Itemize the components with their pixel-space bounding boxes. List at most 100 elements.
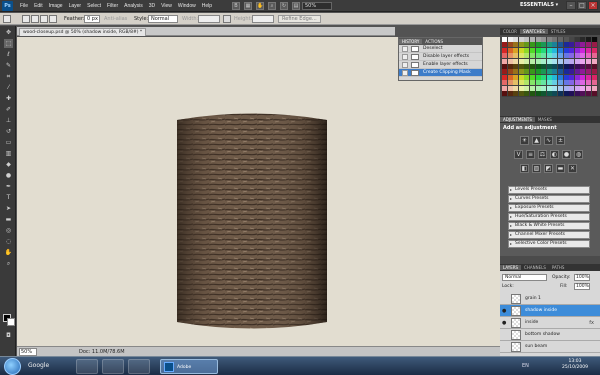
path-selection-icon[interactable]: ➤ (4, 204, 13, 213)
swatch-cell[interactable] (524, 53, 530, 59)
swatch-cell[interactable] (513, 47, 519, 53)
swatch-cell[interactable] (586, 69, 591, 75)
swatch-cell[interactable] (541, 64, 547, 69)
swatch-cell[interactable] (569, 80, 575, 86)
menu-help[interactable]: Help (202, 3, 212, 9)
tab-channels[interactable]: CHANNELS (521, 265, 549, 270)
swatch-cell[interactable] (558, 42, 563, 48)
zoom-tool-icon[interactable]: ⌕ (4, 259, 13, 268)
swatch-cell[interactable] (574, 85, 580, 91)
swatch-cell[interactable] (552, 85, 558, 91)
swatch-cell[interactable] (591, 37, 597, 42)
swatch-cell[interactable] (591, 69, 597, 75)
feather-input[interactable]: 0 px (84, 15, 100, 23)
swatch-cell[interactable] (591, 85, 597, 91)
swatch-cell[interactable] (518, 85, 524, 91)
swatch-cell[interactable] (586, 58, 591, 64)
swatch-cell[interactable] (546, 85, 552, 91)
swatch-cell[interactable] (569, 64, 575, 69)
eye-icon[interactable] (502, 332, 508, 338)
swatch-cell[interactable] (552, 64, 558, 69)
swatch-cell[interactable] (524, 42, 530, 48)
history-brush-icon[interactable]: ↺ (4, 127, 13, 136)
swatch-cell[interactable] (574, 64, 580, 69)
menu-layer[interactable]: Layer (69, 3, 82, 9)
swatch-cell[interactable] (558, 47, 563, 53)
swatch-cell[interactable] (507, 47, 513, 53)
height-input[interactable] (252, 15, 274, 23)
swatch-cell[interactable] (586, 91, 591, 96)
swatch-cell[interactable] (502, 64, 507, 69)
swatch-cell[interactable] (518, 42, 524, 48)
swatch-cell[interactable] (552, 80, 558, 86)
threshold-icon[interactable]: ◩ (544, 164, 553, 173)
rotate-view-icon[interactable]: ↻ (280, 2, 288, 10)
swatch-cell[interactable] (535, 69, 541, 75)
swatch-cell[interactable] (530, 42, 535, 48)
gradient-map-icon[interactable]: ▬ (556, 164, 565, 173)
swatch-cell[interactable] (507, 64, 513, 69)
dodge-tool-icon[interactable]: ● (4, 171, 13, 180)
swatch-cell[interactable] (563, 42, 569, 48)
swatch-cell[interactable] (535, 42, 541, 48)
swatch-cell[interactable] (518, 53, 524, 59)
swatch-cell[interactable] (507, 58, 513, 64)
photo-filter-icon[interactable]: ● (562, 150, 571, 159)
swatch-cell[interactable] (552, 37, 558, 42)
hand-icon[interactable]: ✋ (256, 2, 264, 10)
width-input[interactable] (198, 15, 220, 23)
layer-row[interactable]: sun beam (500, 341, 600, 353)
curves-icon[interactable]: ∿ (544, 136, 553, 145)
clone-stamp-icon[interactable]: ⊥ (4, 116, 13, 125)
swatch-cell[interactable] (541, 58, 547, 64)
black-white-icon[interactable]: ◐ (550, 150, 559, 159)
swatch-cell[interactable] (502, 47, 507, 53)
swatch-cell[interactable] (535, 64, 541, 69)
swatch-cell[interactable] (546, 80, 552, 86)
swatch-cell[interactable] (546, 64, 552, 69)
swatch-cell[interactable] (502, 91, 507, 96)
swatch-cell[interactable] (591, 74, 597, 80)
swatch-cell[interactable] (507, 37, 513, 42)
swatch-cell[interactable] (541, 53, 547, 59)
background-color-swatch[interactable] (7, 318, 15, 326)
menu-edit[interactable]: Edit (34, 3, 43, 9)
document-size-info[interactable]: Doc: 11.0M/78.6M (79, 349, 125, 355)
swatch-cell[interactable] (530, 85, 535, 91)
swatch-cell[interactable] (563, 91, 569, 96)
swatch-cell[interactable] (586, 64, 591, 69)
tab-actions[interactable]: ACTIONS (422, 39, 446, 44)
bridge-icon[interactable]: B (232, 2, 240, 10)
swatch-cell[interactable] (591, 42, 597, 48)
swatch-cell[interactable] (569, 58, 575, 64)
swatch-cell[interactable] (535, 47, 541, 53)
swatch-cell[interactable] (530, 47, 535, 53)
posterize-icon[interactable]: ▨ (532, 164, 541, 173)
swatch-cell[interactable] (524, 74, 530, 80)
menu-image[interactable]: Image (49, 3, 63, 9)
mini-bridge-icon[interactable]: ▦ (244, 2, 252, 10)
menu-file[interactable]: File (20, 3, 28, 9)
swatch-cell[interactable] (524, 80, 530, 86)
swatch-cell[interactable] (502, 53, 507, 59)
swatch-cell[interactable] (586, 37, 591, 42)
swatch-cell[interactable] (580, 91, 586, 96)
swatch-cell[interactable] (530, 37, 535, 42)
swatch-cell[interactable] (569, 69, 575, 75)
menu-analysis[interactable]: Analysis (124, 3, 143, 9)
swatch-cell[interactable] (530, 53, 535, 59)
swatch-cell[interactable] (518, 58, 524, 64)
new-selection-icon[interactable] (22, 15, 30, 23)
preset-levels[interactable]: Levels Presets (508, 186, 590, 194)
brush-tool-icon[interactable]: ✐ (4, 105, 13, 114)
system-clock[interactable]: 13:03 25/10/2009 (562, 359, 588, 371)
swatch-cell[interactable] (524, 91, 530, 96)
swatch-cell[interactable] (552, 47, 558, 53)
swatch-cell[interactable] (563, 53, 569, 59)
move-tool-icon[interactable]: ✥ (4, 28, 13, 37)
google-toolbar-label[interactable]: Google (28, 360, 68, 372)
menu-3d[interactable]: 3D (149, 3, 155, 9)
swatch-cell[interactable] (580, 47, 586, 53)
opacity-input[interactable]: 100% (574, 274, 590, 281)
swatch-cell[interactable] (535, 85, 541, 91)
